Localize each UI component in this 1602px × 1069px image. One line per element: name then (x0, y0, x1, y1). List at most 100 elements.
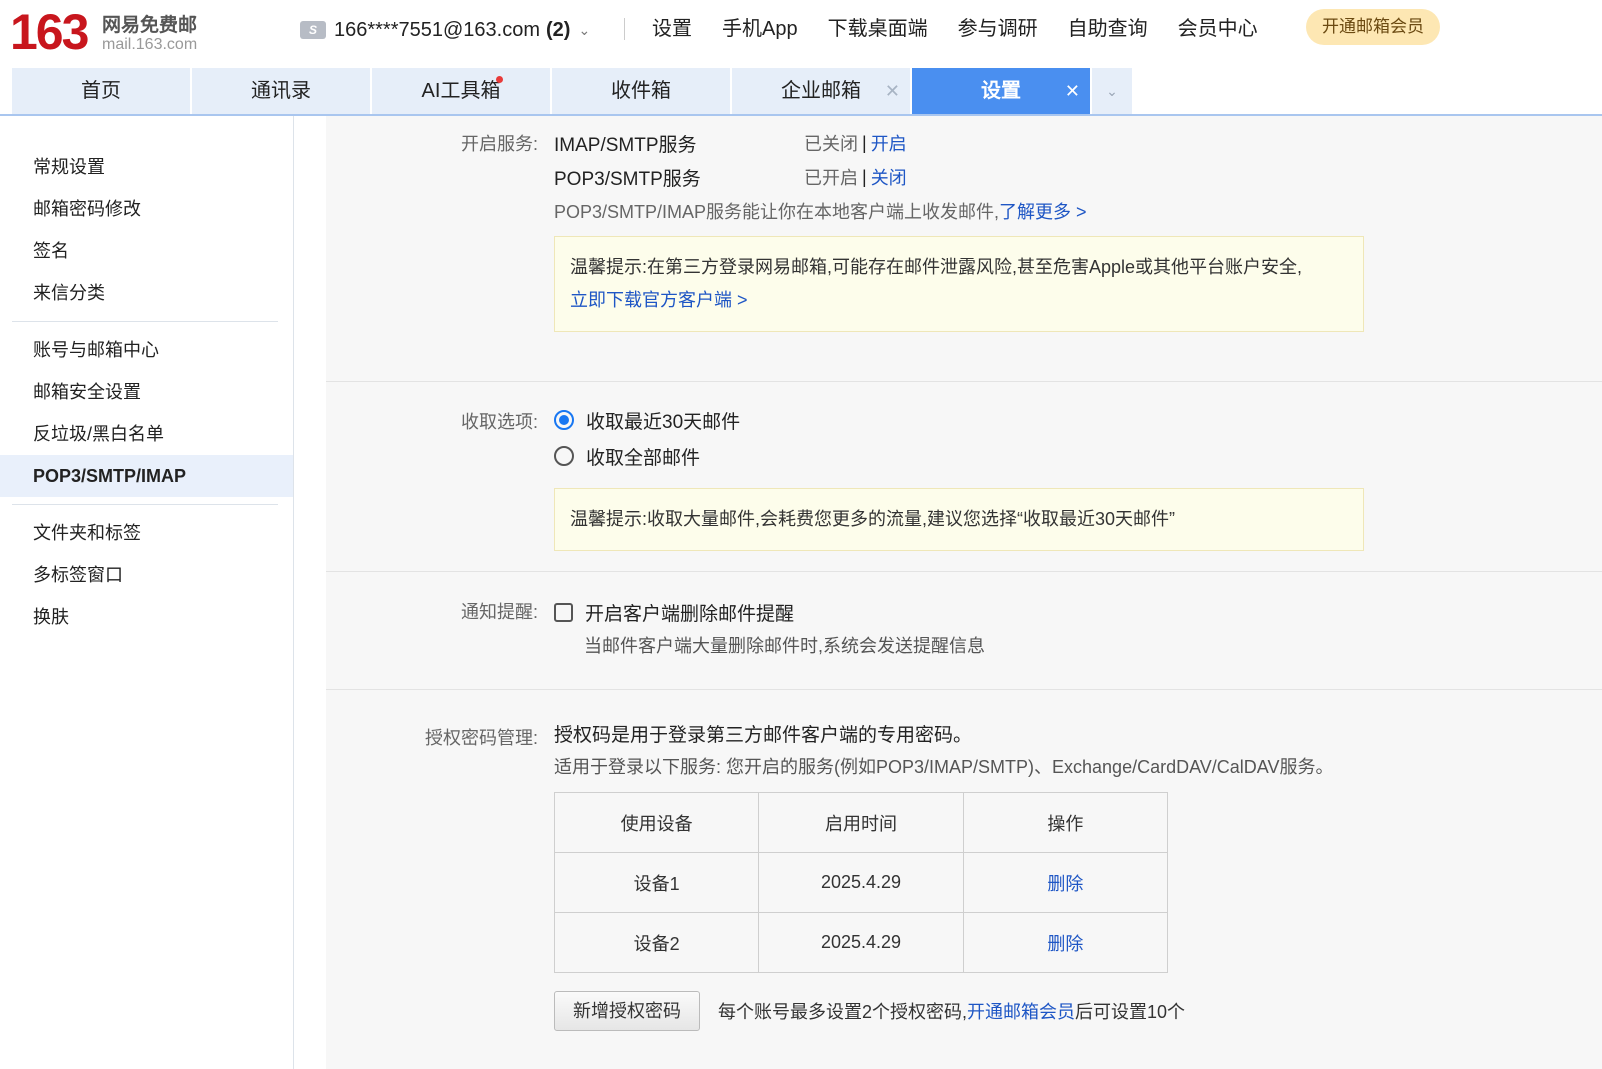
service-tip-box: 温馨提示:在第三方登录网易邮箱,可能存在邮件泄露风险,甚至危害Apple或其他平… (554, 236, 1364, 332)
checkbox[interactable] (554, 602, 573, 622)
sidebar-item-mail-sorting[interactable]: 来信分类 (0, 272, 293, 314)
sidebar-item-antispam[interactable]: 反垃圾/黑白名单 (0, 413, 293, 455)
fetch-content: 收取最近30天邮件 收取全部邮件 温馨提示:收取大量邮件,会耗费您更多的流量,建… (554, 402, 1364, 551)
sidebar-item-folders-tags[interactable]: 文件夹和标签 (0, 512, 293, 554)
service-content: IMAP/SMTP服务 已关闭 | 开启 POP3/SMTP服务 已开启 | 关… (554, 126, 1364, 332)
nav-mobile-app[interactable]: 手机App (722, 14, 798, 44)
fetch-all-label: 收取全部邮件 (586, 447, 701, 469)
divider (624, 18, 625, 40)
sidebar-item-account-center[interactable]: 账号与邮箱中心 (0, 329, 293, 371)
settings-sidebar: 常规设置 邮箱密码修改 签名 来信分类 账号与邮箱中心 邮箱安全设置 反垃圾/黑… (0, 116, 294, 1069)
notify-label: 通知提醒: (460, 602, 538, 622)
auth-label: 授权密码管理: (424, 728, 538, 748)
sidebar-item-multi-tab[interactable]: 多标签窗口 (0, 554, 293, 596)
tab-home[interactable]: 首页 (12, 68, 190, 114)
service-section: 开启服务: IMAP/SMTP服务 已关闭 | 开启 POP3/SMTP服务 已… (326, 116, 1602, 382)
service-tip-text: 温馨提示:在第三方登录网易邮箱,可能存在邮件泄露风险,甚至危害Apple或其他平… (570, 257, 1303, 277)
tab-contacts[interactable]: 通讯录 (192, 68, 370, 114)
column-header-device: 使用设备 (553, 792, 760, 853)
close-icon[interactable]: ✕ (885, 68, 900, 114)
table-row: 设备2 2025.4.29 删除 (553, 912, 1169, 973)
delete-alert-option[interactable]: 开启客户端删除邮件提醒 (554, 594, 985, 630)
account-email: 166****7551@163.com (334, 18, 541, 41)
tab-inbox[interactable]: 收件箱 (552, 68, 730, 114)
nav-member-center[interactable]: 会员中心 (1178, 14, 1258, 44)
open-vip-link[interactable]: 开通邮箱会员 (967, 1002, 1075, 1022)
tab-label: AI工具箱 (421, 80, 501, 102)
fetch-all-option[interactable]: 收取全部邮件 (554, 438, 1364, 474)
auth-table: 使用设备 启用时间 操作 设备1 2025.4.29 删除 设备2 2025.4… (553, 792, 1169, 973)
column-header-action: 操作 (962, 792, 1169, 853)
logo-title: 网易免费邮 (102, 15, 198, 36)
tab-label: 收件箱 (611, 80, 671, 102)
sidebar-item-skin[interactable]: 换肤 (0, 596, 293, 638)
notification-dot (496, 76, 503, 83)
tab-label: 通讯录 (251, 80, 311, 102)
tab-enterprise-mail[interactable]: 企业邮箱 ✕ (732, 68, 910, 114)
fetch-recent-label: 收取最近30天邮件 (586, 411, 741, 433)
delete-link[interactable]: 删除 (1047, 934, 1083, 954)
delete-alert-label: 开启客户端删除邮件提醒 (585, 603, 795, 625)
nav-self-service[interactable]: 自助查询 (1068, 14, 1148, 44)
service-description: POP3/SMTP/IMAP服务能让你在本地客户端上收发邮件,了解更多 > (554, 198, 1364, 224)
sidebar-item-security[interactable]: 邮箱安全设置 (0, 371, 293, 413)
download-client-link[interactable]: 立即下载官方客户端 > (570, 284, 1348, 317)
notify-section: 通知提醒: 开启客户端删除邮件提醒 当邮件客户端大量删除邮件时,系统会发送提醒信… (326, 572, 1602, 690)
fetch-recent-option[interactable]: 收取最近30天邮件 (554, 402, 1364, 438)
notify-content: 开启客户端删除邮件提醒 当邮件客户端大量删除邮件时,系统会发送提醒信息 (554, 594, 985, 658)
pop3-disable-link[interactable]: 关闭 (871, 164, 907, 190)
imap-service-row: IMAP/SMTP服务 已关闭 | 开启 (554, 126, 1364, 160)
imap-service-name: IMAP/SMTP服务 (554, 134, 697, 156)
auth-limit-suffix: 后可设置10个 (1075, 1002, 1186, 1022)
logo[interactable]: 163 网易免费邮 mail.163.com (10, 4, 220, 60)
logo-number: 163 (10, 4, 89, 60)
tab-ai-toolbox[interactable]: AI工具箱 (372, 68, 550, 114)
tab-bar: 首页 通讯录 AI工具箱 收件箱 企业邮箱 ✕ 设置 ✕ ⌄ (12, 68, 1132, 114)
logo-domain: mail.163.com (102, 36, 198, 53)
chevron-down-icon[interactable]: ⌄ (1092, 68, 1132, 114)
learn-more-link[interactable]: 了解更多 > (999, 202, 1087, 222)
radio-button[interactable] (554, 446, 574, 466)
auth-limit-text: 每个账号最多设置2个授权密码, (718, 1002, 968, 1022)
fetch-tip-text: 温馨提示:收取大量邮件,会耗费您更多的流量,建议您选择“收取最近30天邮件” (570, 509, 1176, 529)
action-cell: 删除 (962, 912, 1169, 973)
sidebar-item-password[interactable]: 邮箱密码修改 (0, 188, 293, 230)
column-header-date: 启用时间 (758, 792, 964, 853)
date-cell: 2025.4.29 (758, 912, 964, 973)
table-header-row: 使用设备 启用时间 操作 (553, 792, 1169, 853)
table-row: 设备1 2025.4.29 删除 (553, 852, 1169, 913)
sidebar-item-signature[interactable]: 签名 (0, 230, 293, 272)
delete-link[interactable]: 删除 (1047, 874, 1083, 894)
chevron-down-icon[interactable]: ⌄ (578, 22, 590, 39)
device-cell: 设备2 (553, 912, 760, 973)
tab-label: 企业邮箱 (781, 80, 861, 102)
nav-download-desktop[interactable]: 下载桌面端 (828, 14, 928, 44)
tab-settings[interactable]: 设置 ✕ (912, 68, 1090, 114)
sidebar-item-pop3-smtp-imap[interactable]: POP3/SMTP/IMAP (0, 455, 293, 497)
tab-label: 设置 (981, 80, 1021, 102)
device-cell: 设备1 (553, 852, 760, 913)
date-cell: 2025.4.29 (758, 852, 964, 913)
nav-survey[interactable]: 参与调研 (958, 14, 1038, 44)
imap-enable-link[interactable]: 开启 (871, 130, 907, 156)
close-icon[interactable]: ✕ (1065, 68, 1080, 114)
vip-button[interactable]: 开通邮箱会员 (1306, 9, 1440, 45)
top-bar: 163 网易免费邮 mail.163.com S 166****7551@163… (0, 0, 1602, 66)
add-auth-password-button[interactable]: 新增授权密码 (554, 991, 700, 1031)
account-icon: S (300, 21, 326, 39)
sidebar-item-general[interactable]: 常规设置 (0, 146, 293, 188)
pop3-service-row: POP3/SMTP服务 已开启 | 关闭 (554, 160, 1364, 194)
pop3-service-name: POP3/SMTP服务 (554, 168, 701, 190)
settings-main: 开启服务: IMAP/SMTP服务 已关闭 | 开启 POP3/SMTP服务 已… (326, 116, 1602, 1069)
imap-service-status: 已关闭 (804, 134, 858, 154)
service-description-text: POP3/SMTP/IMAP服务能让你在本地客户端上收发邮件, (554, 202, 1000, 222)
auth-content: 授权码是用于登录第三方邮件客户端的专用密码。 适用于登录以下服务: 您开启的服务… (553, 720, 1333, 1031)
nav-settings[interactable]: 设置 (652, 14, 692, 44)
fetch-section: 收取选项: 收取最近30天邮件 收取全部邮件 温馨提示:收取大量邮件,会耗费您更… (326, 382, 1602, 572)
action-cell: 删除 (962, 852, 1169, 913)
account-switcher[interactable]: S 166****7551@163.com (2) ⌄ (300, 16, 590, 44)
divider (12, 504, 278, 505)
auth-section: 授权密码管理: 授权码是用于登录第三方邮件客户端的专用密码。 适用于登录以下服务… (326, 690, 1602, 1069)
delete-alert-description: 当邮件客户端大量删除邮件时,系统会发送提醒信息 (584, 636, 985, 656)
radio-button[interactable] (554, 410, 574, 430)
